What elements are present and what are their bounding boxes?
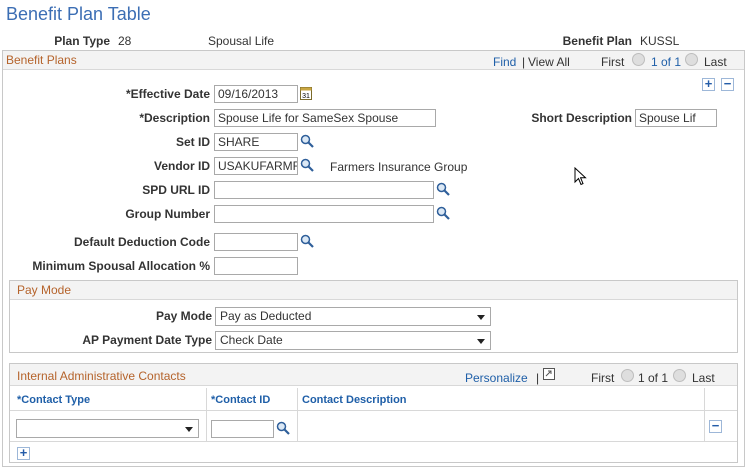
short-description-label: Short Description (531, 111, 632, 125)
column-contact-description[interactable]: Contact Description (302, 394, 407, 406)
description-label: *Description (139, 111, 210, 125)
setid-lookup-icon[interactable] (300, 134, 314, 148)
pay-mode-label: Pay Mode (155, 309, 212, 323)
plan-type-label: Plan Type (54, 34, 110, 48)
vendor-id-field[interactable]: USAKUFARMR (214, 157, 298, 175)
pay-mode-title: Pay Mode (17, 283, 72, 297)
pay-mode-select[interactable]: Pay as Deducted (215, 307, 491, 326)
spd-url-label: SPD URL ID (142, 183, 210, 197)
column-divider (297, 388, 298, 442)
next-arrow-icon[interactable] (685, 53, 698, 66)
effective-date-label: *Effective Date (125, 87, 210, 101)
group-number-lookup-icon[interactable] (436, 206, 450, 220)
vendor-lookup-icon[interactable] (300, 158, 314, 172)
ap-payment-selected: Check Date (220, 333, 283, 347)
column-divider (704, 388, 705, 442)
contact-id-lookup-icon[interactable] (276, 421, 290, 435)
plan-type-value: 28 (118, 34, 132, 48)
grid-icon[interactable] (543, 368, 555, 380)
previous-arrow-icon[interactable] (632, 53, 645, 66)
chevron-down-icon (185, 427, 193, 432)
description-field[interactable]: Spouse Life for SameSex Spouse (214, 109, 436, 127)
column-contact-id[interactable]: *Contact ID (211, 394, 270, 406)
effective-date-field[interactable]: 09/16/2013 (214, 85, 298, 103)
chevron-down-icon (477, 339, 485, 344)
row-divider (10, 441, 737, 442)
pay-mode-selected: Pay as Deducted (220, 309, 312, 323)
last-label: Last (692, 371, 715, 385)
spd-url-lookup-icon[interactable] (436, 182, 450, 196)
setid-label: Set ID (175, 135, 210, 149)
short-description-field[interactable]: Spouse Lif (635, 109, 717, 127)
page-title: Benefit Plan Table (6, 4, 151, 24)
group-number-field[interactable] (214, 205, 434, 223)
default-deduction-label: Default Deduction Code (73, 235, 210, 249)
contacts-title: Internal Administrative Contacts (17, 369, 186, 383)
svg-text:31: 31 (302, 93, 310, 100)
mouse-pointer-icon (574, 166, 588, 187)
add-row-icon[interactable]: + (702, 77, 715, 91)
group-number-label: Group Number (125, 207, 210, 221)
min-spousal-field[interactable] (214, 257, 298, 275)
min-spousal-label: Minimum Spousal Allocation % (32, 259, 210, 273)
benefit-plan-label: Benefit Plan (562, 34, 632, 48)
personalize-link[interactable]: Personalize (465, 371, 528, 385)
previous-arrow-icon[interactable] (621, 369, 634, 382)
benefit-plans-title: Benefit Plans (6, 53, 77, 67)
column-divider (206, 388, 207, 442)
last-label: Last (704, 55, 727, 69)
chevron-down-icon (477, 315, 485, 320)
deduction-lookup-icon[interactable] (300, 234, 314, 248)
add-contact-row-icon[interactable]: + (17, 446, 30, 460)
ap-payment-select[interactable]: Check Date (215, 331, 491, 350)
vendor-description: Farmers Insurance Group (330, 160, 468, 174)
first-label: First (601, 55, 625, 69)
next-arrow-icon[interactable] (673, 369, 686, 382)
contact-type-select[interactable] (16, 419, 199, 438)
column-contact-type[interactable]: *Contact Type (17, 394, 90, 406)
benefit-plan-value: KUSSL (640, 34, 680, 48)
contact-id-field[interactable] (211, 420, 274, 438)
default-deduction-field[interactable] (214, 233, 298, 251)
spd-url-field[interactable] (214, 181, 434, 199)
delete-row-icon[interactable]: − (721, 77, 734, 91)
ap-payment-label: AP Payment Date Type (82, 333, 212, 347)
setid-field[interactable]: SHARE (214, 133, 298, 151)
pay-mode-header (10, 281, 737, 300)
delete-contact-row-icon[interactable]: − (709, 419, 722, 433)
nav-separator: | (536, 371, 540, 385)
calendar-icon[interactable]: 31 (300, 86, 312, 100)
vendor-id-label: Vendor ID (153, 159, 210, 173)
row-range: 1 of 1 (651, 55, 682, 69)
nav-separator: | (522, 55, 526, 69)
view-all-link[interactable]: View All (528, 55, 570, 69)
find-link[interactable]: Find (493, 55, 516, 69)
row-range: 1 of 1 (638, 371, 669, 385)
plan-type-desc: Spousal Life (208, 34, 275, 48)
first-label: First (591, 371, 615, 385)
